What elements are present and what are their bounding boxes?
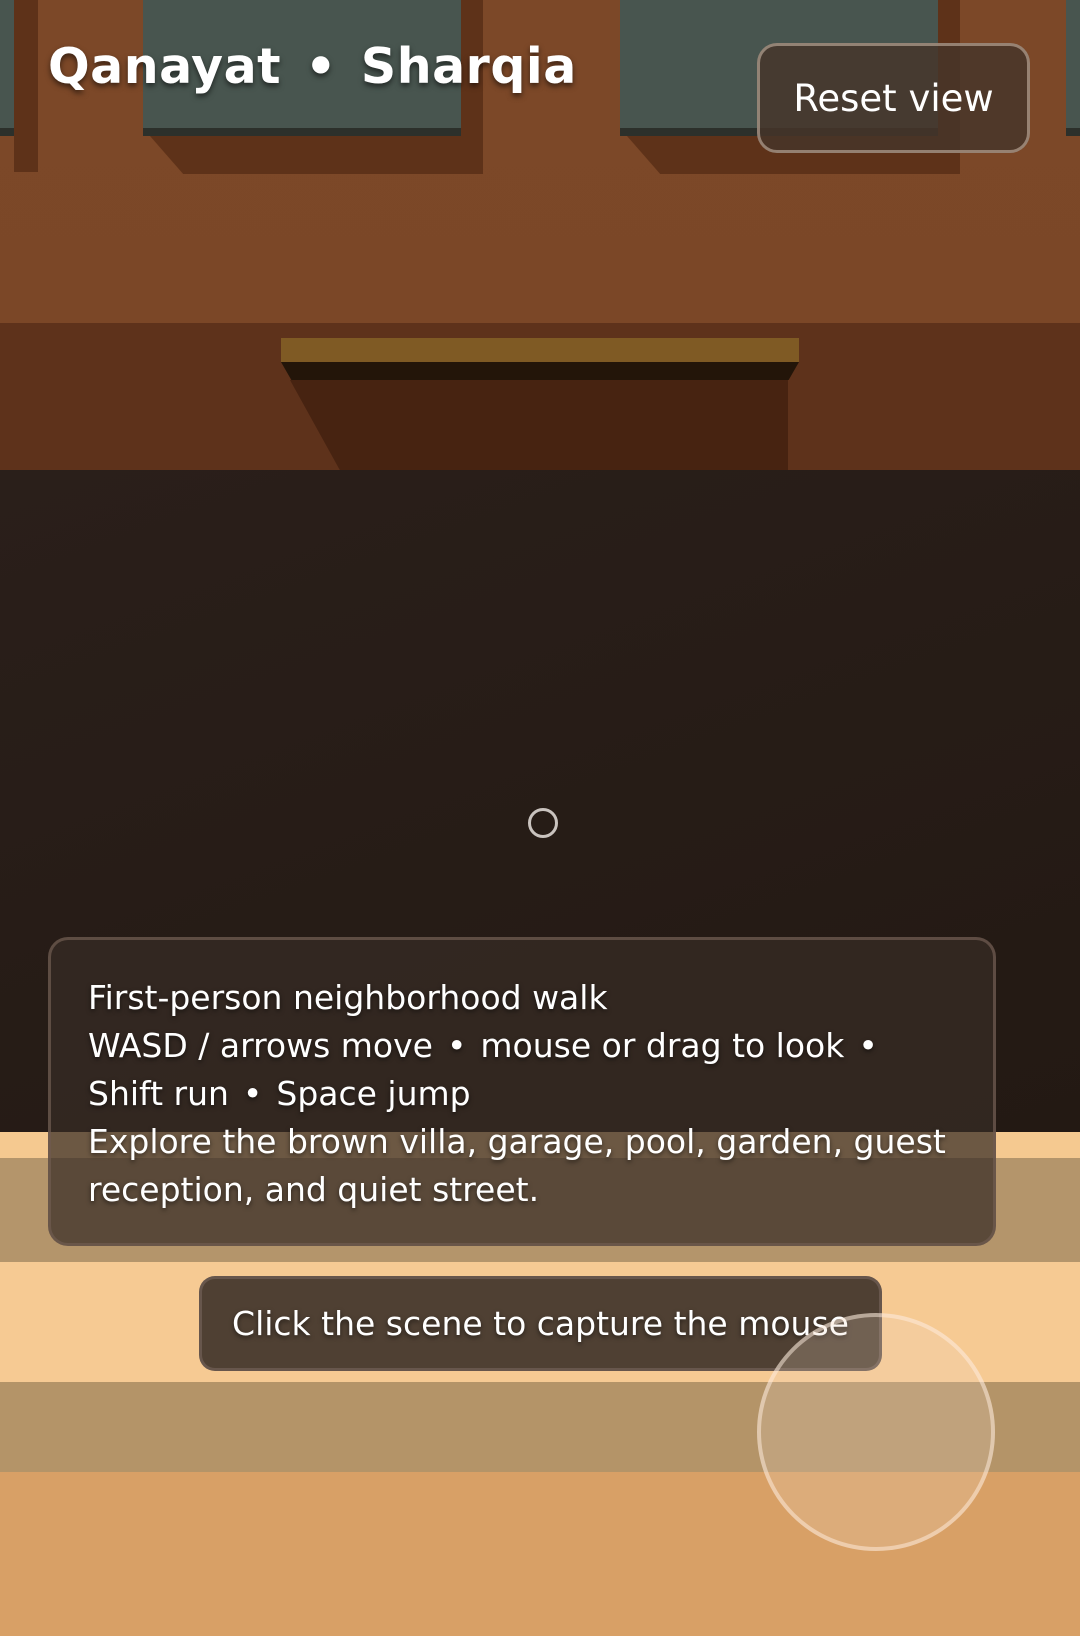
reset-view-button[interactable]: Reset view: [757, 43, 1030, 153]
location-title: Qanayat • Sharqia: [48, 38, 577, 95]
door-lintel: [281, 338, 799, 362]
bullet-separator: •: [242, 1074, 263, 1113]
town-name: Qanayat: [48, 38, 282, 95]
info-heading: First-person neighborhood walk: [88, 978, 608, 1017]
controls-line-1: WASD / arrows move • mouse or drag to look…: [88, 1022, 956, 1070]
villa-window: [1066, 0, 1080, 136]
region-name: Sharqia: [360, 38, 577, 95]
title-separator: •: [305, 38, 337, 95]
capture-mouse-hint[interactable]: Click the scene to capture the mouse: [199, 1276, 882, 1371]
virtual-joystick[interactable]: [757, 1313, 995, 1551]
controls-line-2: Shift run • Space jump: [88, 1070, 956, 1118]
controls-info-panel: First-person neighborhood walk WASD / ar…: [48, 937, 996, 1246]
explore-description: Explore the brown villa, garage, pool, g…: [88, 1122, 946, 1209]
crosshair-icon: [528, 808, 558, 838]
villa-window: [0, 0, 14, 136]
bullet-separator: •: [858, 1026, 878, 1065]
bullet-separator: •: [446, 1026, 467, 1065]
jump-hint: Space jump: [276, 1074, 471, 1113]
doorway-shadow: [290, 380, 788, 470]
window-shadow: [14, 0, 38, 172]
look-hint: mouse or drag to look: [480, 1026, 845, 1065]
move-hint: WASD / arrows move: [88, 1026, 433, 1065]
window-shadow: [150, 136, 482, 174]
door-lintel-shadow: [281, 362, 799, 380]
run-hint: Shift run: [88, 1074, 229, 1113]
